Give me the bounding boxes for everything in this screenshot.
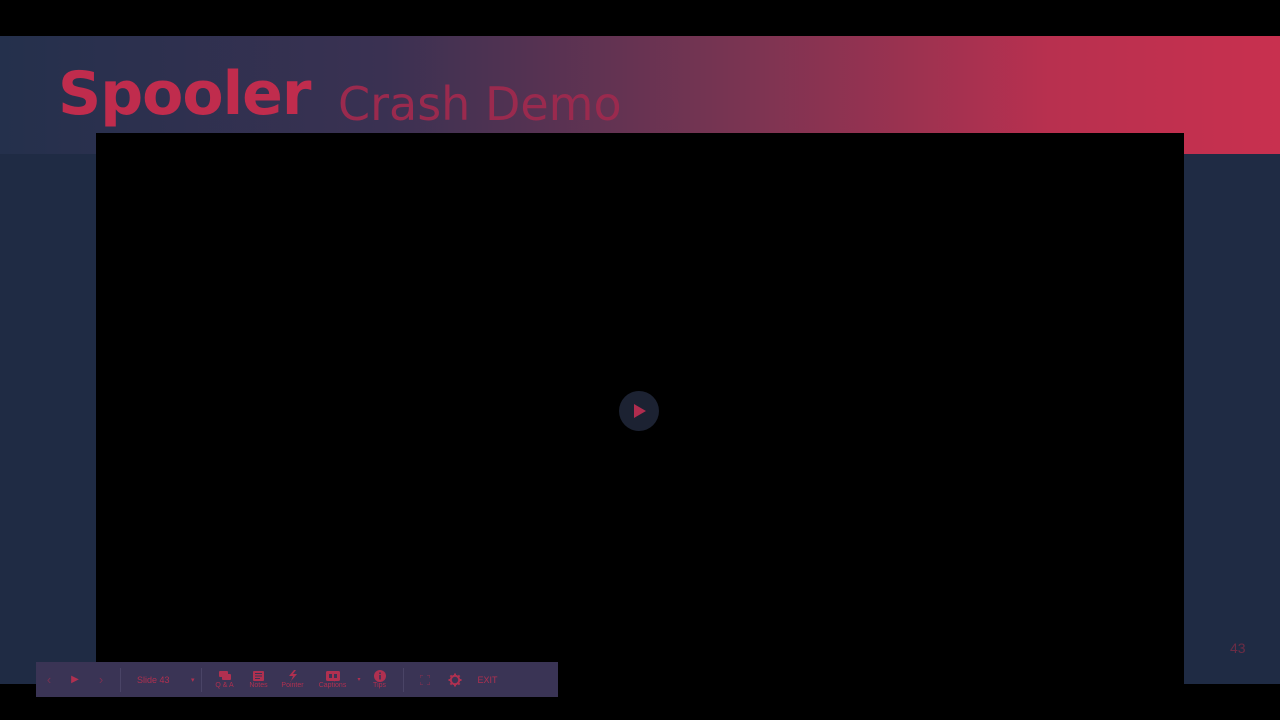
play-icon: ▶ [71,674,79,685]
slide-selector[interactable]: Slide 43 ▾ [127,662,195,697]
notes-label: Notes [249,682,268,689]
captions-label: Captions [318,682,347,689]
laser-pointer-icon [288,670,297,681]
exit-button[interactable]: EXIT [470,675,514,685]
settings-button[interactable] [440,662,470,697]
chevron-down-icon: ▾ [191,676,195,684]
toolbar-divider [200,667,202,692]
captions-icon [325,670,340,681]
video-player[interactable] [96,133,1184,684]
fullscreen-button[interactable] [410,662,440,697]
pointer-label: Pointer [281,682,304,689]
presentation-toolbar: ‹ ▶ › Slide 43 ▾ Q & A Notes Pointer Cap… [36,662,558,697]
chat-icon [218,670,231,680]
tips-label: Tips [373,682,387,689]
previous-slide-button[interactable]: ‹ [36,662,62,697]
info-icon [373,669,386,682]
play-presentation-button[interactable]: ▶ [62,662,88,697]
slide-selector-label: Slide 43 [137,674,170,685]
gear-icon [448,673,462,686]
tips-button[interactable]: Tips [363,662,397,697]
video-play-button[interactable] [619,391,659,431]
qa-label: Q & A [215,682,234,689]
notes-button[interactable]: Notes [242,662,276,697]
slide-title-bold: Spooler [58,59,311,129]
toolbar-divider [402,667,404,692]
qa-button[interactable]: Q & A [208,662,242,697]
next-slide-button[interactable]: › [88,662,114,697]
pointer-button[interactable]: Pointer [276,662,310,697]
chevron-right-icon: › [98,672,104,687]
slide: Spooler Crash Demo 43 [0,36,1280,684]
captions-button[interactable]: Captions [310,662,356,697]
fullscreen-icon [419,674,430,685]
notes-icon [253,670,265,681]
slide-page-number: 43 [1230,640,1246,656]
toolbar-divider [120,667,121,692]
play-icon [634,404,646,418]
slide-title-rest: Crash Demo [338,77,622,131]
captions-menu-chevron-icon[interactable]: ▾ [358,676,361,683]
chevron-left-icon: ‹ [46,672,52,687]
